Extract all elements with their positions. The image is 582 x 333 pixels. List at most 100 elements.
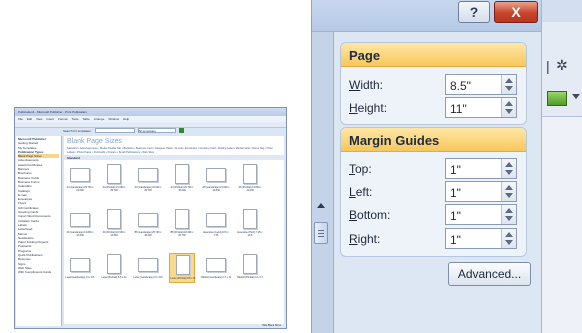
top-margin-spinner[interactable]: 1" bbox=[445, 158, 517, 179]
thumb-main-area: Blank Page Sizes Standard • Advertisemen… bbox=[64, 136, 284, 326]
page-preview-icon bbox=[107, 209, 121, 229]
spin-down-icon[interactable] bbox=[505, 193, 513, 198]
page-preview-icon bbox=[175, 209, 189, 229]
scroll-strip bbox=[311, 195, 333, 245]
thumb-menu-item[interactable]: Edit bbox=[27, 117, 32, 121]
template-card[interactable]: Tabloid (Landscape) 17 x 11 bbox=[201, 253, 231, 283]
thumb-category-links[interactable]: Standard • Advertisements • Binder Divid… bbox=[64, 147, 284, 155]
sparkle-icon[interactable]: ✲ bbox=[556, 57, 568, 74]
spin-up-icon[interactable] bbox=[505, 232, 513, 237]
thumb-menu-item[interactable]: File bbox=[18, 117, 23, 121]
template-card[interactable]: Executive (Land) 10.5 x 7.25 bbox=[203, 208, 229, 238]
chevron-down-icon[interactable] bbox=[572, 94, 580, 99]
thumb-search-scope[interactable]: All templates bbox=[137, 128, 176, 133]
width-value[interactable]: 8.5" bbox=[450, 79, 471, 93]
thumb-sidebar: Microsoft Publisher Getting Started My Te… bbox=[16, 136, 62, 326]
template-card-caption: B5 (Landscape) 25.700 x 18.200 bbox=[134, 231, 162, 237]
thumb-menu-item[interactable]: Insert bbox=[46, 117, 54, 121]
template-card[interactable]: A4 (Landscape) 29.700 x 21.000 bbox=[67, 163, 93, 193]
template-card[interactable]: A3 (Portrait) 29.700 x 42.000 bbox=[169, 163, 195, 193]
template-card[interactable]: B5 (Portrait) 18.200 x 25.700 bbox=[169, 208, 195, 238]
top-spin-arrows[interactable] bbox=[501, 159, 516, 178]
template-card[interactable]: Executive (Portr) 7.25 x 10.5 bbox=[237, 208, 263, 238]
template-card[interactable]: A6 (Landscape) 14.800 x 10.500 bbox=[67, 208, 93, 238]
thumb-menu-item[interactable]: Window bbox=[108, 117, 119, 121]
page-preview-icon bbox=[107, 254, 121, 274]
right-margin-value[interactable]: 1" bbox=[450, 233, 461, 247]
thumb-menu-item[interactable]: Table bbox=[83, 117, 90, 121]
top-margin-value[interactable]: 1" bbox=[450, 163, 461, 177]
thumb-section-band: Standard bbox=[64, 155, 284, 160]
template-card-caption: Letter (Landscape) 11 x 8.5 bbox=[133, 276, 163, 279]
template-card-caption: Tabloid (Landscape) 17 x 11 bbox=[201, 276, 231, 279]
thumb-menu-item[interactable]: Arrange bbox=[94, 117, 105, 121]
spin-down-icon[interactable] bbox=[505, 170, 513, 175]
thumb-menu-item[interactable]: Format bbox=[58, 117, 68, 121]
bottom-margin-spinner[interactable]: 1" bbox=[445, 204, 517, 225]
template-card[interactable]: Letter (Landscape) 11 x 8.5 bbox=[133, 253, 163, 283]
spin-up-icon[interactable] bbox=[505, 101, 513, 106]
width-spin-arrows[interactable] bbox=[501, 75, 516, 94]
page-preview-icon bbox=[243, 254, 257, 274]
thumb-sidebar-item[interactable]: With Compliments Cards bbox=[18, 270, 59, 274]
thumb-menu-item[interactable]: Help bbox=[123, 117, 129, 121]
template-card[interactable]: A5 (Portrait) 14.800 x 21.000 bbox=[237, 163, 263, 193]
width-spinner[interactable]: 8.5" bbox=[445, 74, 517, 95]
thumb-search-label: Search for templates: bbox=[63, 128, 92, 133]
thumb-menu-item[interactable]: Tools bbox=[72, 117, 79, 121]
left-margin-value[interactable]: 1" bbox=[450, 186, 461, 200]
template-card-caption: A6 (Landscape) 14.800 x 10.500 bbox=[66, 231, 94, 237]
help-button[interactable]: ? bbox=[458, 1, 490, 23]
margin-guides-title: Margin Guides bbox=[341, 128, 526, 152]
spin-up-icon[interactable] bbox=[505, 185, 513, 190]
page-preview-icon bbox=[138, 213, 158, 227]
fill-color-icon[interactable] bbox=[547, 91, 567, 106]
spin-up-icon[interactable] bbox=[505, 78, 513, 83]
thumb-search-input[interactable] bbox=[94, 128, 135, 133]
page-preview-icon bbox=[70, 213, 90, 227]
close-button[interactable]: X bbox=[494, 1, 538, 23]
height-spin-arrows[interactable] bbox=[501, 98, 516, 117]
template-card[interactable]: B5 (Landscape) 25.700 x 18.200 bbox=[135, 208, 161, 238]
height-spinner[interactable]: 11" bbox=[445, 97, 517, 118]
spin-down-icon[interactable] bbox=[505, 86, 513, 91]
thumb-status-bar: Hide Blank Sizes bbox=[64, 324, 284, 328]
page-preview-icon bbox=[138, 258, 158, 272]
thumb-status-text[interactable]: Hide Blank Sizes bbox=[262, 324, 281, 328]
page-preview-icon bbox=[243, 209, 257, 229]
template-card-caption: A5 (Portrait) 14.800 x 21.000 bbox=[238, 186, 262, 192]
advanced-button[interactable]: Advanced... bbox=[448, 262, 531, 286]
page-preview-icon bbox=[107, 164, 121, 184]
bottom-margin-row: Bottom: 1" bbox=[349, 204, 519, 225]
template-card[interactable]: A5 (Landscape) 21.000 x 14.800 bbox=[203, 163, 229, 193]
width-row: Width: 8.5" bbox=[349, 74, 519, 95]
spin-down-icon[interactable] bbox=[505, 109, 513, 114]
template-card-caption: A3 (Portrait) 29.700 x 42.000 bbox=[170, 186, 194, 192]
spin-down-icon[interactable] bbox=[505, 216, 513, 221]
thumb-menu-item[interactable]: View bbox=[36, 117, 42, 121]
left-margin-row: Left: 1" bbox=[349, 181, 519, 202]
template-card[interactable]: A3 (Landscape) 42.000 x 29.700 bbox=[135, 163, 161, 193]
template-card-caption: Executive (Land) 10.5 x 7.25 bbox=[203, 231, 229, 237]
template-card[interactable]: Letter (Portrait) 8.5 x 11 bbox=[169, 253, 196, 283]
bottom-spin-arrows[interactable] bbox=[501, 205, 516, 224]
left-margin-spinner[interactable]: 1" bbox=[445, 181, 517, 202]
template-card[interactable]: A6 (Portrait) 10.500 x 14.800 bbox=[101, 208, 127, 238]
page-preview-icon bbox=[138, 168, 158, 182]
spin-up-icon[interactable] bbox=[505, 208, 513, 213]
spin-up-icon[interactable] bbox=[505, 162, 513, 167]
left-spin-arrows[interactable] bbox=[501, 182, 516, 201]
scroll-up-icon[interactable] bbox=[317, 203, 325, 208]
right-margin-spinner[interactable]: 1" bbox=[445, 228, 517, 249]
bottom-margin-value[interactable]: 1" bbox=[450, 209, 461, 223]
template-card-caption: Executive (Portr) 7.25 x 10.5 bbox=[237, 231, 263, 237]
template-card[interactable]: Legal (Portrait) 8.5 x 14 bbox=[101, 253, 127, 283]
template-card[interactable]: Tabloid (Portrait) 11 x 17 bbox=[237, 253, 263, 283]
thumb-search-go-icon[interactable] bbox=[178, 128, 184, 133]
template-card[interactable]: A4 (Portrait) 21.000 x 29.700 bbox=[101, 163, 127, 193]
spin-down-icon[interactable] bbox=[505, 240, 513, 245]
right-spin-arrows[interactable] bbox=[501, 229, 516, 248]
height-value[interactable]: 11" bbox=[450, 102, 467, 116]
scroll-thumb[interactable] bbox=[314, 222, 328, 244]
template-card[interactable]: Legal (Landscape) 14 x 8.5 bbox=[66, 253, 94, 283]
